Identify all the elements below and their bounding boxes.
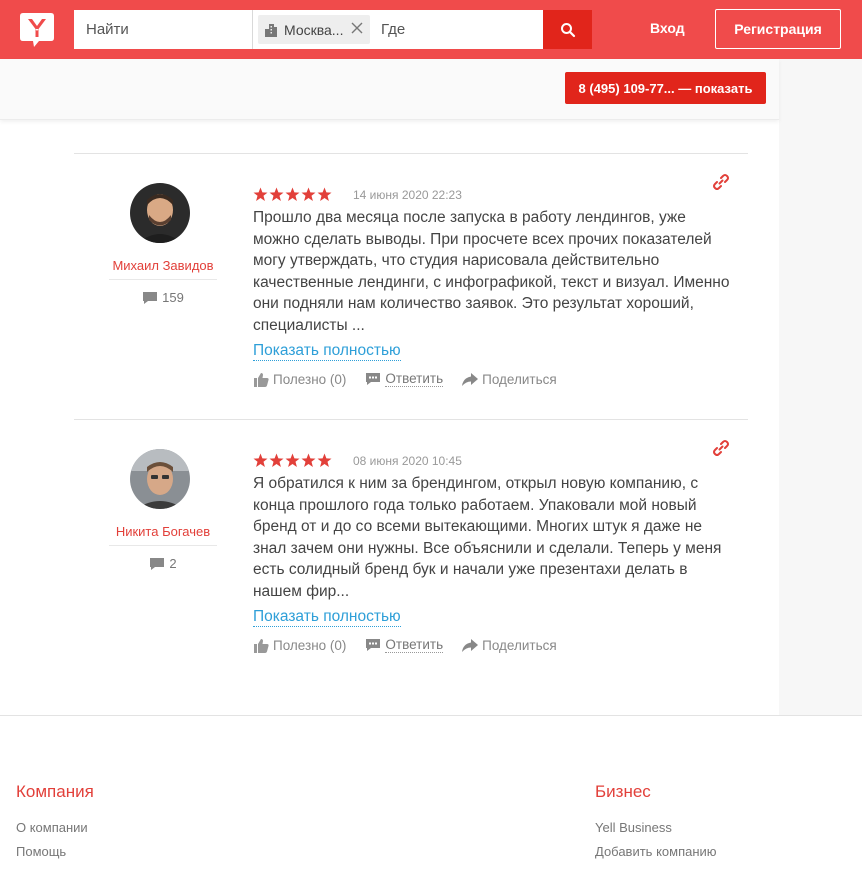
author-divider [109, 545, 217, 546]
star-icon [301, 453, 316, 467]
close-icon[interactable] [350, 21, 364, 35]
star-icon [317, 187, 332, 201]
review-actions: Полезно (0) Ответить Поделиться [253, 371, 576, 387]
thumbs-up-icon [254, 372, 269, 387]
footer-link-about[interactable]: О компании [16, 820, 88, 835]
footer-link-add-company[interactable]: Добавить компанию [595, 844, 717, 859]
star-icon [253, 453, 268, 467]
share-label: Поделиться [482, 371, 557, 387]
avatar[interactable] [130, 183, 190, 243]
rating-stars [253, 187, 332, 202]
star-icon [285, 187, 300, 201]
search-icon [560, 22, 575, 37]
reply-button[interactable]: Ответить [365, 371, 444, 387]
show-phone-button[interactable]: 8 (495) 109-77... — показать [565, 72, 766, 104]
where-input[interactable] [377, 10, 537, 49]
helpful-button[interactable]: Полезно (0) [253, 372, 346, 387]
star-icon [269, 453, 284, 467]
search-input[interactable] [74, 10, 252, 49]
avatar-photo [130, 183, 190, 243]
star-icon [317, 453, 332, 467]
comment-icon [150, 557, 165, 570]
footer-link-help[interactable]: Помощь [16, 844, 66, 859]
footer-link-yell-business[interactable]: Yell Business [595, 820, 672, 835]
search-button[interactable] [543, 10, 592, 49]
reply-bubble-icon [366, 639, 381, 651]
link-icon[interactable] [712, 173, 730, 191]
thumbs-up-icon [254, 638, 269, 653]
top-header: Москва... Вход Регистрация [0, 0, 862, 59]
show-more-link[interactable]: Показать полностью [253, 608, 401, 627]
yell-logo-icon[interactable] [17, 10, 57, 50]
comment-icon [143, 291, 158, 304]
link-icon[interactable] [712, 439, 730, 457]
star-icon [285, 453, 300, 467]
share-button[interactable]: Поделиться [462, 638, 557, 653]
share-arrow-icon [462, 638, 479, 652]
review-count-value: 2 [169, 556, 177, 571]
avatar[interactable] [130, 449, 190, 509]
helpful-button[interactable]: Полезно (0) [253, 638, 346, 653]
reply-label: Ответить [385, 637, 444, 653]
star-icon [301, 187, 316, 201]
footer-divider [0, 715, 862, 716]
sticky-contact-bar: 8 (495) 109-77... — показать [0, 59, 779, 120]
show-more-link[interactable]: Показать полностью [253, 342, 401, 361]
reply-bubble-icon [366, 373, 381, 385]
rating-stars [253, 453, 332, 468]
register-button[interactable]: Регистрация [715, 9, 841, 49]
star-icon [269, 187, 284, 201]
author-review-count: 159 [104, 290, 222, 305]
footer-business-title: Бизнес [595, 782, 651, 801]
review-date: 08 июня 2020 10:45 [353, 454, 462, 468]
reply-label: Ответить [385, 371, 444, 387]
author-review-count: 2 [104, 556, 222, 571]
review-divider [74, 419, 748, 420]
review-divider [74, 153, 748, 154]
location-field[interactable]: Москва... [252, 10, 543, 49]
review-text: Я обратился к ним за брендингом, открыл … [253, 475, 722, 600]
avatar-photo [130, 449, 190, 509]
review-actions: Полезно (0) Ответить Поделиться [253, 637, 576, 653]
review-text: Прошло два месяца после запуска в работу… [253, 209, 730, 334]
city-chip[interactable]: Москва... [258, 15, 370, 44]
share-label: Поделиться [482, 637, 557, 653]
reply-button[interactable]: Ответить [365, 637, 444, 653]
helpful-label: Полезно (0) [273, 637, 347, 653]
building-icon [265, 24, 277, 37]
review-date: 14 июня 2020 22:23 [353, 188, 462, 202]
city-chip-label: Москва... [284, 21, 344, 38]
review-count-value: 159 [162, 290, 184, 305]
footer-company-title: Компания [16, 782, 94, 801]
star-icon [253, 187, 268, 201]
login-link[interactable]: Вход [650, 20, 685, 36]
author-name[interactable]: Никита Богачев [104, 524, 222, 539]
right-sidebar-area [779, 59, 862, 715]
share-button[interactable]: Поделиться [462, 372, 557, 387]
helpful-label: Полезно (0) [273, 371, 347, 387]
author-divider [109, 279, 217, 280]
author-name[interactable]: Михаил Завидов [104, 258, 222, 273]
share-arrow-icon [462, 372, 479, 386]
